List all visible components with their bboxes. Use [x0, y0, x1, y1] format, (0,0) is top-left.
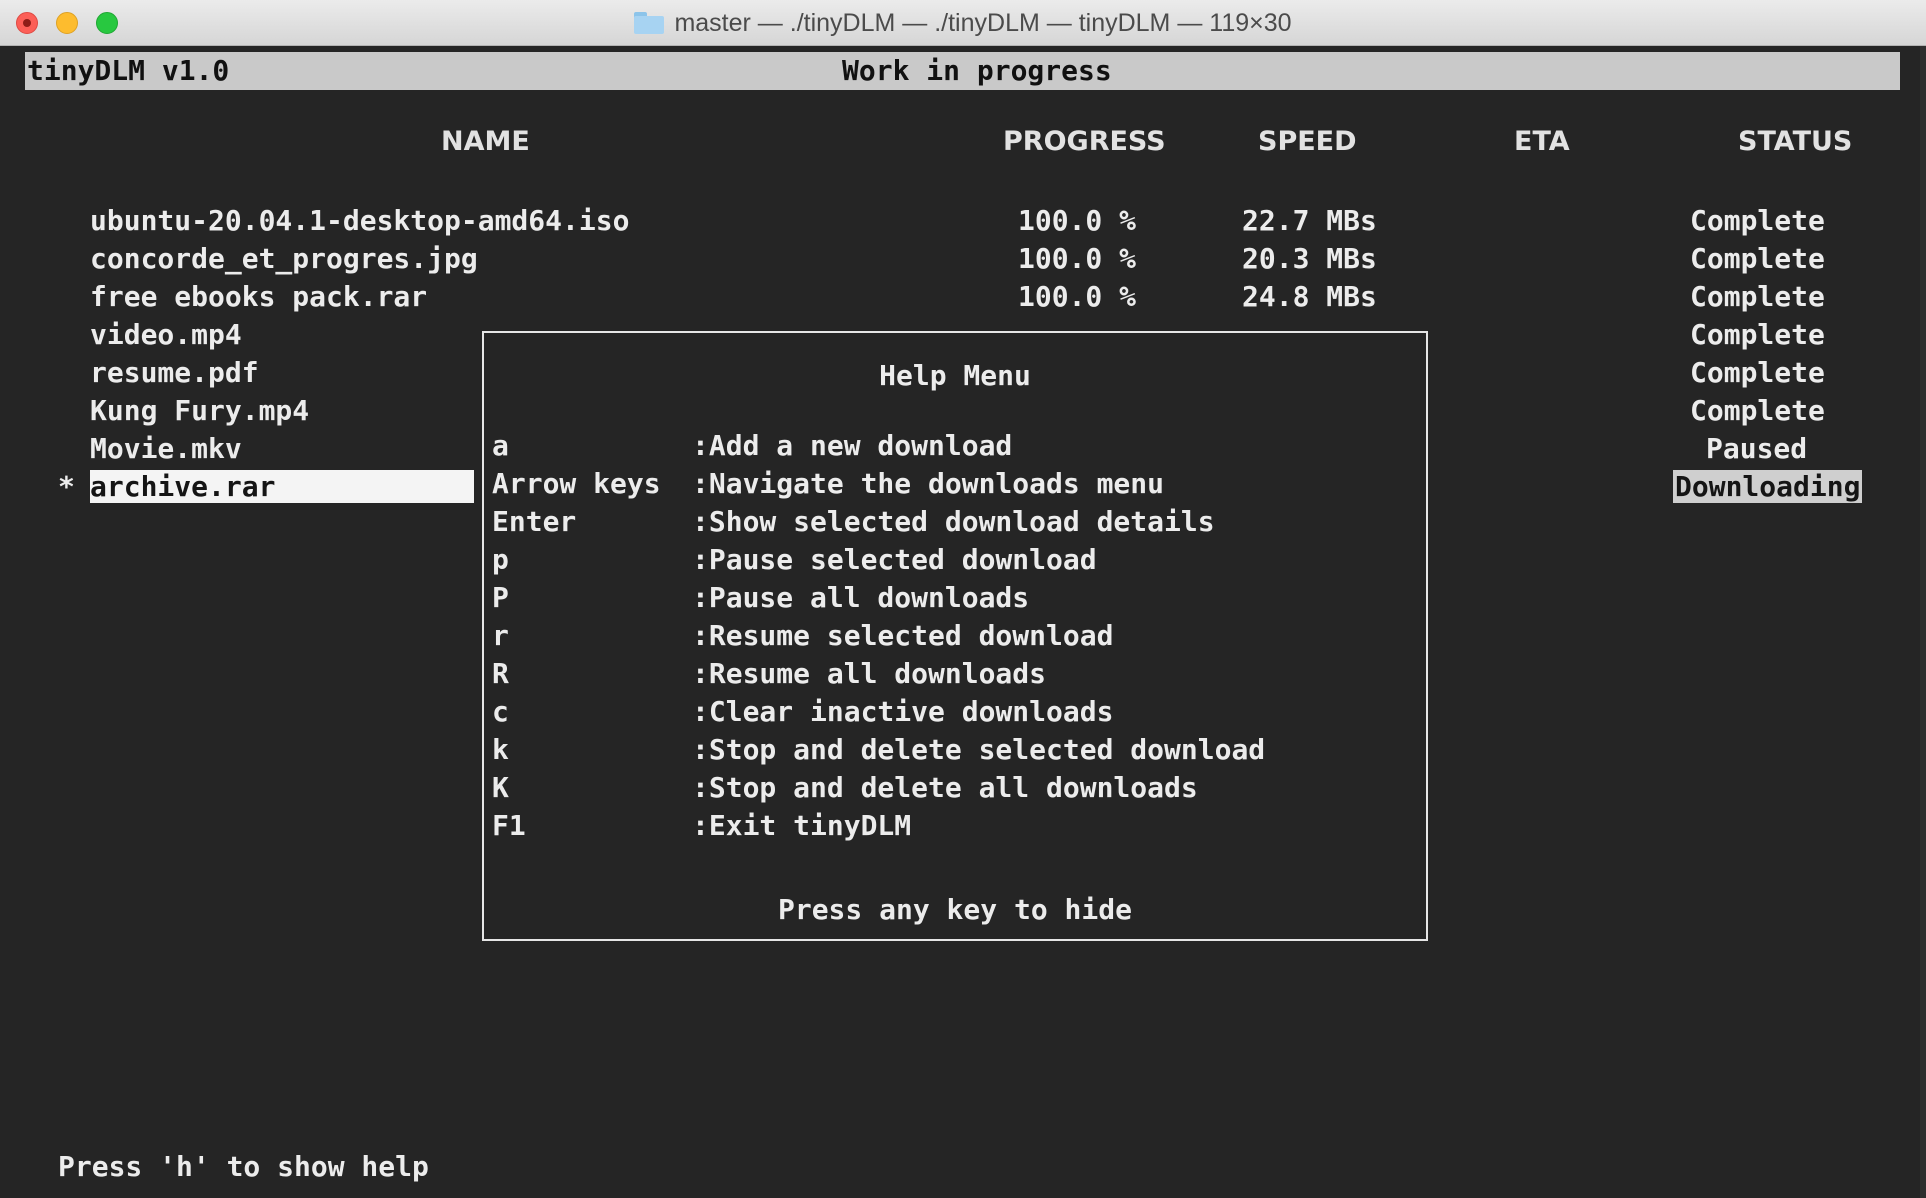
download-name: video.mp4 — [90, 318, 242, 351]
help-description: :Resume selected download — [692, 619, 1114, 652]
help-item: R :Resume all downloads — [492, 657, 1046, 695]
window-titlebar: master — ./tinyDLM — ./tinyDLM — tinyDLM… — [0, 0, 1926, 46]
selection-marker: * — [58, 470, 75, 503]
download-name: Kung Fury.mp4 — [90, 394, 310, 427]
scrollbar-track[interactable] — [1920, 46, 1926, 1198]
help-key: p — [492, 543, 509, 576]
help-item: Enter :Show selected download details — [492, 505, 1215, 543]
help-item: F1 :Exit tinyDLM — [492, 809, 911, 847]
help-description: :Stop and delete selected download — [692, 733, 1266, 766]
download-speed: 22.7 MBs — [1242, 204, 1377, 237]
help-menu-footer: Press any key to hide — [777, 893, 1132, 926]
app-header-bar: tinyDLM v1.0 Work in progress — [25, 52, 1900, 90]
help-description: :Navigate the downloads menu — [692, 467, 1165, 500]
help-item: Arrow keys :Navigate the downloads menu — [492, 467, 1164, 505]
help-menu-dialog[interactable]: Help Menu a :Add a new download Arrow ke… — [482, 331, 1428, 941]
download-status: Downloading — [1673, 470, 1863, 503]
download-status: Complete — [1690, 394, 1825, 427]
download-name: ubuntu-20.04.1-desktop-amd64.iso — [90, 204, 630, 237]
help-item: K :Stop and delete all downloads — [492, 771, 1198, 809]
help-description: :Show selected download details — [692, 505, 1215, 538]
help-key: P — [492, 581, 509, 614]
download-speed: 24.8 MBs — [1242, 280, 1377, 313]
help-key: K — [492, 771, 509, 804]
help-item: p :Pause selected download — [492, 543, 1097, 581]
app-name: tinyDLM v1.0 — [27, 54, 230, 87]
download-name: archive.rar — [90, 470, 474, 503]
column-header-eta: ETA — [1514, 126, 1570, 157]
download-progress: 100.0 % — [1018, 204, 1137, 237]
terminal[interactable]: tinyDLM v1.0 Work in progress NAME PROGR… — [0, 46, 1926, 1198]
download-speed: 20.3 MBs — [1242, 242, 1377, 275]
help-description: :Add a new download — [692, 429, 1013, 462]
help-key: Arrow keys — [492, 467, 661, 500]
help-key: c — [492, 695, 509, 728]
download-status: Complete — [1690, 280, 1825, 313]
column-header-status: STATUS — [1738, 126, 1853, 157]
download-row[interactable]: ubuntu-20.04.1-desktop-amd64.iso 100.0 %… — [0, 204, 1926, 242]
help-key: Enter — [492, 505, 577, 538]
window-title: master — ./tinyDLM — ./tinyDLM — tinyDLM… — [0, 0, 1926, 46]
help-description: :Clear inactive downloads — [692, 695, 1114, 728]
download-name: free ebooks pack.rar — [90, 280, 428, 313]
help-item: c :Clear inactive downloads — [492, 695, 1113, 733]
download-status: Complete — [1690, 318, 1825, 351]
download-row[interactable]: concorde_et_progres.jpg 100.0 % 20.3 MBs… — [0, 242, 1926, 280]
help-key: r — [492, 619, 509, 652]
header-banner: Work in progress — [842, 54, 1112, 87]
column-header-progress: PROGRESS — [1003, 126, 1166, 157]
download-name: Movie.mkv — [90, 432, 242, 465]
download-status: Complete — [1690, 356, 1825, 389]
folder-icon — [634, 12, 665, 34]
help-key: F1 — [492, 809, 526, 842]
column-header-speed: SPEED — [1258, 126, 1357, 157]
download-name: concorde_et_progres.jpg — [90, 242, 478, 275]
window-title-text: master — ./tinyDLM — ./tinyDLM — tinyDLM… — [674, 8, 1292, 37]
column-header-name: NAME — [441, 126, 530, 157]
help-description: :Exit tinyDLM — [692, 809, 912, 842]
help-key: R — [492, 657, 509, 690]
help-item: a :Add a new download — [492, 429, 1012, 467]
download-status: Complete — [1690, 242, 1825, 275]
help-key: a — [492, 429, 509, 462]
help-description: :Pause selected download — [692, 543, 1097, 576]
help-description: :Resume all downloads — [692, 657, 1047, 690]
help-item: k :Stop and delete selected download — [492, 733, 1265, 771]
download-progress: 100.0 % — [1018, 242, 1137, 275]
download-name: resume.pdf — [90, 356, 259, 389]
help-description: :Stop and delete all downloads — [692, 771, 1198, 804]
help-description: :Pause all downloads — [692, 581, 1030, 614]
download-row[interactable]: free ebooks pack.rar 100.0 % 24.8 MBs Co… — [0, 280, 1926, 318]
help-key: k — [492, 733, 509, 766]
help-menu-title: Help Menu — [879, 359, 1031, 392]
help-item: r :Resume selected download — [492, 619, 1113, 657]
help-hint: Press 'h' to show help — [58, 1150, 429, 1183]
download-progress: 100.0 % — [1018, 280, 1137, 313]
download-status: Paused — [1706, 432, 1808, 465]
download-status: Complete — [1690, 204, 1825, 237]
help-item: P :Pause all downloads — [492, 581, 1029, 619]
